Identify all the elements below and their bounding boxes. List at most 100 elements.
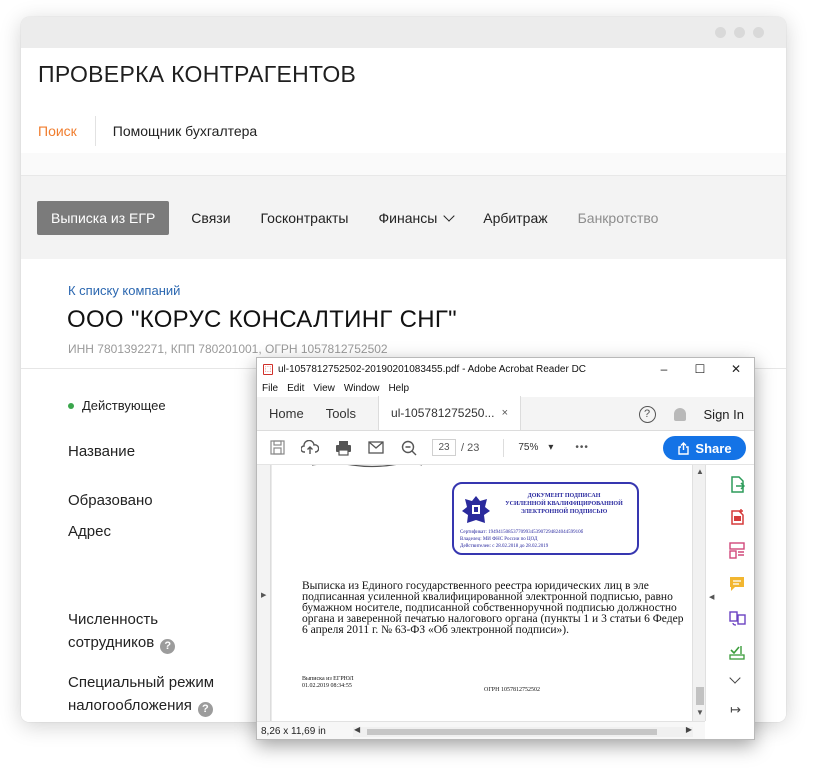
menu-file[interactable]: File bbox=[262, 383, 278, 394]
page-total: / 23 bbox=[461, 441, 480, 454]
label-staff-line2: сотрудников bbox=[68, 634, 155, 651]
share-button[interactable]: Share bbox=[663, 436, 746, 460]
window-dot[interactable] bbox=[734, 27, 745, 38]
acrobat-toolbar: 23 / 23 75% ▾ ••• Share bbox=[257, 431, 754, 465]
horizontal-scroll-thumb[interactable] bbox=[367, 729, 657, 735]
edit-pdf-icon[interactable] bbox=[728, 541, 746, 559]
zoom-select[interactable]: 75% ▾ bbox=[518, 442, 553, 453]
label-founded: Образовано bbox=[68, 492, 153, 509]
scroll-thumb[interactable] bbox=[696, 687, 704, 705]
help-icon[interactable]: ? bbox=[638, 405, 656, 423]
stamp-title-line: ЭЛЕКТРОННОЙ ПОДПИСЬЮ bbox=[520, 509, 608, 515]
label-tax-regime: Специальный режим налогообложения? bbox=[68, 671, 214, 717]
document-area: ▶ ДОКУМЕНТ ПОДПИСАН УСИЛЕННОЙ КВАЛИФИЦИР… bbox=[257, 465, 707, 721]
organize-pages-icon[interactable] bbox=[728, 609, 746, 627]
export-pdf-icon[interactable] bbox=[728, 475, 746, 493]
share-label: Share bbox=[695, 440, 732, 456]
footer-line: Выписка из ЕГРЮЛ bbox=[302, 676, 354, 682]
nav-search[interactable]: Поиск bbox=[38, 123, 77, 139]
signature-stamp: ДОКУМЕНТ ПОДПИСАН УСИЛЕННОЙ КВАЛИФИЦИРОВ… bbox=[452, 482, 639, 555]
left-panel-toggle[interactable]: ▶ bbox=[257, 465, 271, 721]
nav-divider bbox=[94, 116, 96, 146]
menu-view[interactable]: View bbox=[313, 383, 335, 394]
window-dot[interactable] bbox=[753, 27, 764, 38]
print-icon[interactable] bbox=[333, 439, 353, 457]
help-icon[interactable]: ? bbox=[197, 702, 213, 717]
document-footer-left: Выписка из ЕГРЮЛ 01.02.2019 08:34:55 bbox=[302, 676, 354, 690]
acrobat-window-title: ul-1057812752502-20190201083455.pdf - Ad… bbox=[278, 363, 587, 375]
tab-gov-contracts[interactable]: Госконтракты bbox=[261, 210, 349, 226]
toolbar-divider bbox=[503, 438, 505, 457]
label-address: Адрес bbox=[68, 523, 111, 540]
minimize-button[interactable]: – bbox=[646, 358, 682, 380]
tab-finance-label: Финансы bbox=[378, 210, 438, 226]
pdf-page[interactable]: ДОКУМЕНТ ПОДПИСАН УСИЛЕННОЙ КВАЛИФИЦИРОВ… bbox=[272, 465, 692, 721]
maximize-button[interactable]: ☐ bbox=[682, 358, 718, 380]
tab-bankruptcy[interactable]: Банкротство bbox=[578, 210, 659, 226]
tab-finance[interactable]: Финансы bbox=[378, 210, 455, 226]
sub-navigation: Поиск Помощник бухгалтера bbox=[38, 116, 257, 146]
emblem-icon bbox=[462, 496, 490, 523]
tab-document[interactable]: ul-105781275250... × bbox=[378, 396, 522, 430]
comment-icon[interactable] bbox=[728, 575, 746, 593]
page-number-input[interactable]: 23 bbox=[432, 439, 456, 456]
help-icon[interactable]: ? bbox=[160, 639, 176, 654]
window-controls: – ☐ ✕ bbox=[646, 358, 754, 380]
save-icon[interactable] bbox=[267, 439, 287, 457]
caret-down-icon: ▾ bbox=[548, 442, 554, 453]
tab-document-label: ul-105781275250... bbox=[391, 406, 495, 420]
footer-line: 01.02.2019 08:34:55 bbox=[302, 683, 352, 689]
vertical-scrollbar[interactable]: ▲ ▼ bbox=[692, 465, 706, 721]
stamp-detail-line: Сертификат: 1949415085377099345390729482… bbox=[460, 530, 584, 535]
paragraph-line: 6 апреля 2011 г. № 63-ФЗ «Об электронной… bbox=[302, 624, 569, 636]
chevron-down-icon[interactable] bbox=[729, 672, 741, 684]
close-button[interactable]: ✕ bbox=[718, 358, 754, 380]
menu-edit[interactable]: Edit bbox=[287, 383, 304, 394]
tab-connections[interactable]: Связи bbox=[191, 210, 230, 226]
bell-icon[interactable] bbox=[673, 407, 686, 421]
company-tabs: Выписка из ЕГР Связи Госконтракты Финанс… bbox=[37, 201, 688, 235]
email-icon[interactable] bbox=[366, 439, 386, 457]
collapse-left-icon[interactable]: ◀ bbox=[709, 593, 714, 601]
company-name: ООО "КОРУС КОНСАЛТИНГ СНГ" bbox=[67, 306, 457, 333]
create-pdf-icon[interactable] bbox=[728, 507, 746, 525]
zoom-value: 75% bbox=[518, 442, 539, 453]
label-tax-line1: Специальный режим bbox=[68, 674, 215, 691]
sign-in-link[interactable]: Sign In bbox=[704, 407, 744, 422]
page-navigator: 23 / 23 bbox=[432, 439, 479, 456]
tab-tools[interactable]: Tools bbox=[316, 396, 378, 430]
zoom-out-icon[interactable] bbox=[399, 439, 419, 457]
fill-sign-icon[interactable] bbox=[728, 643, 746, 661]
upload-cloud-icon[interactable] bbox=[300, 439, 320, 457]
status-badge: Действующее bbox=[68, 398, 166, 413]
tab-arbitration[interactable]: Арбитраж bbox=[483, 210, 547, 226]
tab-close-icon[interactable]: × bbox=[502, 407, 508, 419]
collapse-panel-icon[interactable]: ↦ bbox=[730, 702, 741, 718]
menu-window[interactable]: Window bbox=[344, 383, 380, 394]
stamp-title: ДОКУМЕНТ ПОДПИСАН УСИЛЕННОЙ КВАЛИФИЦИРОВ… bbox=[494, 492, 634, 516]
menu-help[interactable]: Help bbox=[388, 383, 409, 394]
scroll-left-icon[interactable]: ◀ bbox=[354, 725, 360, 734]
expand-right-icon: ▶ bbox=[261, 592, 267, 599]
scroll-down-icon[interactable]: ▼ bbox=[696, 708, 704, 717]
tab-home[interactable]: Home bbox=[257, 396, 316, 430]
stamp-title-line: ДОКУМЕНТ ПОДПИСАН bbox=[527, 493, 601, 499]
horizontal-scrollbar[interactable]: ◀ ▶ bbox=[353, 725, 693, 737]
label-staff-line1: Численность bbox=[68, 611, 159, 628]
nav-accountant-assistant[interactable]: Помощник бухгалтера bbox=[113, 123, 257, 139]
document-paragraph: Выписка из Единого государственного реес… bbox=[302, 580, 692, 636]
app-title: ПРОВЕРКА КОНТРАГЕНТОВ bbox=[38, 61, 357, 87]
share-icon bbox=[678, 441, 690, 455]
scroll-right-icon[interactable]: ▶ bbox=[686, 725, 692, 734]
chevron-down-icon bbox=[443, 210, 455, 222]
pdf-file-icon: ⬚ bbox=[263, 363, 273, 375]
label-tax-line2: налогообложения bbox=[68, 697, 192, 714]
more-tools-icon[interactable]: ••• bbox=[575, 442, 589, 453]
acrobat-window: ⬚ ul-1057812752502-20190201083455.pdf - … bbox=[256, 357, 755, 740]
company-requisites: ИНН 7801392271, КПП 780201001, ОГРН 1057… bbox=[68, 342, 388, 356]
window-dot[interactable] bbox=[715, 27, 726, 38]
scroll-up-icon[interactable]: ▲ bbox=[696, 467, 704, 476]
back-to-companies-link[interactable]: К списку компаний bbox=[68, 283, 180, 298]
stamp-title-line: УСИЛЕННОЙ КВАЛИФИЦИРОВАННОЙ bbox=[505, 501, 623, 507]
tab-egr-extract[interactable]: Выписка из ЕГР bbox=[37, 201, 170, 235]
